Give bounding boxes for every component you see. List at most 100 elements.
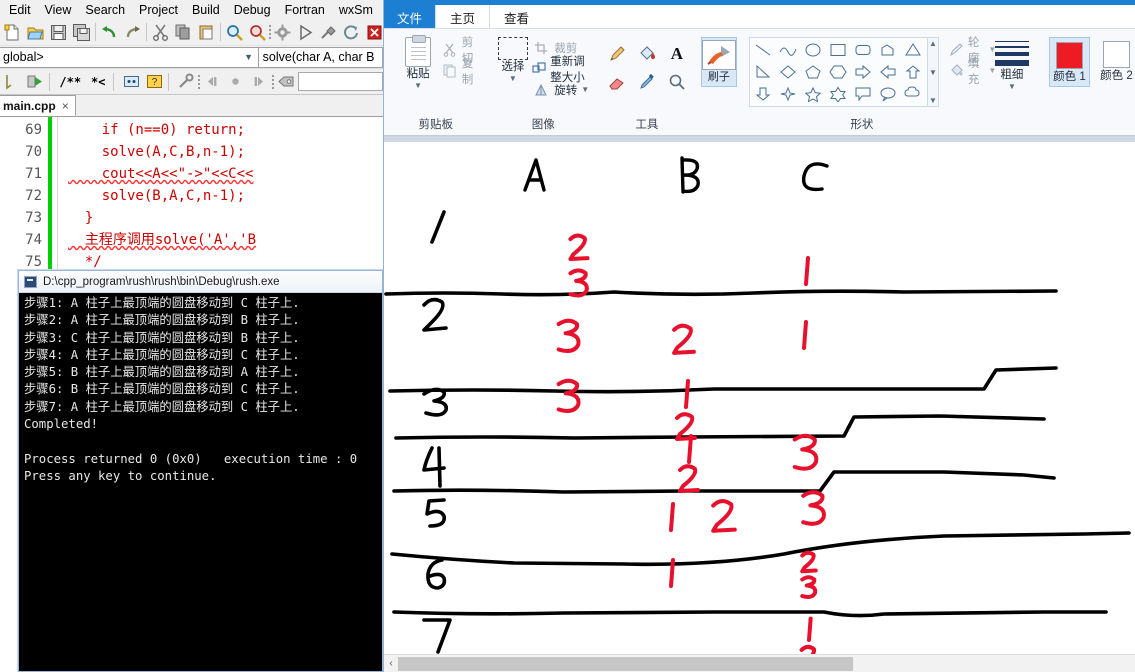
shape-line-icon[interactable] (751, 39, 776, 61)
break-icon[interactable] (224, 70, 247, 93)
shape-diamond-icon[interactable] (776, 61, 801, 83)
size-group-label (981, 117, 1043, 135)
debug-continue-icon[interactable] (1, 70, 24, 93)
shape-five-point-star-icon[interactable] (801, 83, 826, 105)
replace-icon[interactable] (246, 21, 269, 44)
shape-callout-cloud-icon[interactable] (901, 83, 926, 105)
shape-rounded-rectangle-icon[interactable] (851, 39, 876, 61)
tab-file[interactable]: 文件 (384, 5, 436, 29)
rebuild-icon[interactable] (340, 21, 363, 44)
eraser-icon[interactable] (605, 71, 629, 93)
shape-callout-oval-icon[interactable] (876, 83, 901, 105)
canvas-horizontal-scrollbar[interactable]: ‹ (384, 654, 1135, 672)
tab-view[interactable]: 查看 (490, 5, 543, 29)
scope-combo-value: global> (3, 50, 44, 64)
help-icon[interactable]: ? (143, 70, 166, 93)
shape-hexagon-icon[interactable] (826, 61, 851, 83)
comment-icon[interactable]: /** (55, 70, 85, 93)
size-button[interactable]: 粗细 ▼ (987, 35, 1037, 91)
crop-icon (532, 37, 550, 59)
undo-icon[interactable] (98, 21, 121, 44)
menu-item-build[interactable]: Build (185, 2, 227, 18)
shape-rectangle-icon[interactable] (826, 39, 851, 61)
copy-button[interactable]: 复制 (442, 58, 481, 86)
scope-combo[interactable]: global> ▼ (0, 46, 259, 68)
console-window[interactable]: D:\cpp_program\rush\rush\bin\Debug\rush.… (18, 270, 383, 672)
drawing-canvas[interactable] (384, 142, 1135, 654)
run-icon[interactable] (294, 21, 317, 44)
line-number: 72 (25, 188, 42, 204)
wrench-icon[interactable] (174, 70, 197, 93)
menu-item-view[interactable]: View (38, 2, 79, 18)
tab-home[interactable]: 主页 (435, 5, 491, 29)
chevron-down-icon[interactable]: ▼ (509, 74, 517, 83)
color1-button[interactable]: 颜色 1 (1048, 37, 1090, 87)
abort-icon[interactable] (363, 21, 383, 44)
find-icon[interactable] (223, 21, 246, 44)
menu-item-fortran[interactable]: Fortran (278, 2, 332, 18)
menu-item-search[interactable]: Search (78, 2, 132, 18)
menu-item-project[interactable]: Project (132, 2, 185, 18)
shape-curve-icon[interactable] (776, 39, 801, 61)
toolbar-separator (49, 72, 53, 91)
shape-callout-rect-icon[interactable] (851, 83, 876, 105)
step-forward-icon[interactable] (247, 70, 270, 93)
scroll-up-icon[interactable]: ▲ (929, 39, 937, 48)
resize-button[interactable]: 重新调整大小 (532, 56, 593, 84)
shape-right-triangle-icon[interactable] (751, 61, 776, 83)
shape-arrow-up-icon[interactable] (901, 61, 926, 83)
scroll-left-icon[interactable]: ‹ (384, 658, 398, 669)
settings-icon[interactable] (271, 21, 294, 44)
scroll-down-icon[interactable]: ▼ (929, 68, 937, 77)
build-icon[interactable] (317, 21, 340, 44)
uncomment-icon[interactable]: *< (85, 70, 111, 93)
shape-gallery[interactable] (748, 37, 928, 107)
select-button[interactable]: 选择 ▼ (497, 35, 529, 83)
shape-gallery-scroller[interactable]: ▲ ▼ ▼ (927, 37, 939, 107)
chevron-down-icon[interactable]: ▼ (1008, 82, 1016, 91)
function-combo[interactable]: solve(char A, char B (258, 46, 383, 68)
menu-item-wxsmith[interactable]: wxSm (332, 2, 380, 18)
new-file-icon[interactable] (1, 21, 24, 44)
save-all-icon[interactable] (70, 21, 93, 44)
scrollbar-thumb[interactable] (398, 656, 853, 671)
tab-main-cpp[interactable]: main.cpp × (0, 95, 76, 116)
paste-icon[interactable] (195, 21, 218, 44)
color-picker-icon[interactable] (635, 71, 659, 93)
shape-arrow-left-icon[interactable] (876, 61, 901, 83)
paste-button[interactable]: 粘贴 ▼ (398, 35, 438, 90)
open-file-icon[interactable] (24, 21, 47, 44)
save-icon[interactable] (47, 21, 70, 44)
ribbon-group-size: 粗细 ▼ (981, 29, 1043, 135)
menu-item-edit[interactable]: Edit (2, 2, 38, 18)
chevron-down-icon[interactable]: ▼ (414, 81, 422, 90)
shape-four-point-star-icon[interactable] (776, 83, 801, 105)
shape-polygon-icon[interactable] (876, 39, 901, 61)
shape-pentagon-icon[interactable] (801, 61, 826, 83)
shape-arrow-right-icon[interactable] (851, 61, 876, 83)
scissors-icon (442, 39, 458, 61)
shape-six-point-star-icon[interactable] (826, 83, 851, 105)
copy-icon[interactable] (172, 21, 195, 44)
chevron-down-icon[interactable]: ▼ (581, 85, 589, 94)
magnifier-icon[interactable] (665, 71, 689, 93)
fill-bucket-icon[interactable] (635, 43, 659, 65)
brushes-button[interactable]: 刷子 (700, 37, 737, 87)
shape-triangle-icon[interactable] (901, 39, 926, 61)
cut-icon[interactable] (149, 21, 172, 44)
expand-gallery-icon[interactable]: ▼ (929, 96, 937, 105)
pencil-icon[interactable] (605, 43, 629, 65)
menu-item-debug[interactable]: Debug (227, 2, 278, 18)
step-back-icon[interactable] (201, 70, 224, 93)
tag-icon[interactable] (275, 70, 298, 93)
debug-run-icon[interactable] (24, 70, 47, 93)
redo-icon[interactable] (121, 21, 144, 44)
color2-button[interactable]: 颜色 2 (1096, 37, 1135, 85)
text-icon[interactable]: A (665, 43, 689, 65)
close-icon[interactable]: × (62, 99, 69, 113)
shape-arrow-down-icon[interactable] (751, 83, 776, 105)
search-input[interactable] (297, 72, 383, 91)
shape-oval-icon[interactable] (801, 39, 826, 61)
toggle-bookmark-icon[interactable] (120, 70, 143, 93)
chevron-down-icon[interactable]: ▼ (242, 52, 256, 62)
